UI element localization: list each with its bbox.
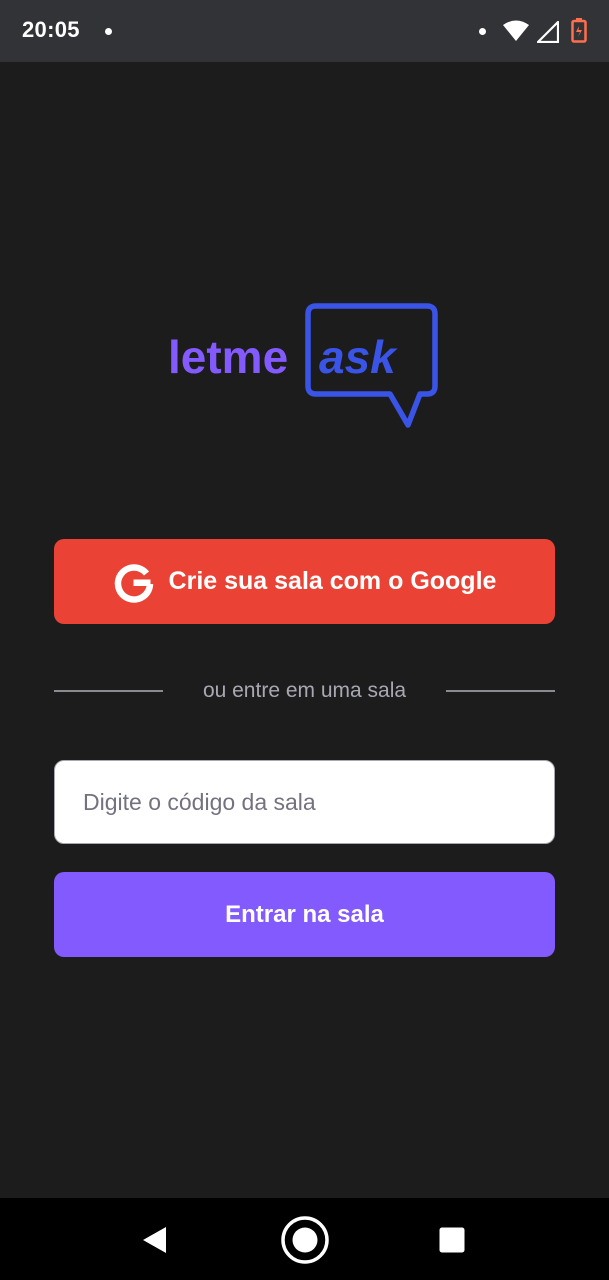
wifi-icon	[503, 20, 529, 41]
create-room-google-button[interactable]: Crie sua sala com o Google	[54, 539, 555, 624]
room-code-input[interactable]	[54, 760, 555, 844]
navigation-bar	[0, 1198, 609, 1280]
status-dot-icon	[479, 28, 486, 35]
separator: ou entre em uma sala	[54, 671, 555, 711]
battery-icon	[571, 18, 587, 43]
google-button-label: Crie sua sala com o Google	[168, 567, 497, 595]
back-icon[interactable]	[140, 1225, 168, 1255]
enter-room-button[interactable]: Entrar na sala	[54, 872, 555, 957]
login-screen: 20:05 letme ask Crie sua sala com o Goog…	[0, 0, 609, 1280]
notification-dot-icon	[105, 28, 112, 35]
cell-signal-icon	[537, 21, 559, 43]
logo-text-accent: ask	[319, 331, 398, 383]
letmeask-logo: letme ask	[168, 303, 438, 428]
recents-icon[interactable]	[439, 1227, 465, 1253]
logo-text-primary: letme	[168, 331, 288, 383]
separator-line-right	[446, 690, 555, 692]
status-time: 20:05	[22, 17, 80, 42]
enter-room-button-label: Entrar na sala	[225, 900, 384, 928]
google-icon	[114, 563, 153, 603]
home-icon[interactable]	[280, 1215, 330, 1265]
status-bar: 20:05	[0, 0, 609, 62]
